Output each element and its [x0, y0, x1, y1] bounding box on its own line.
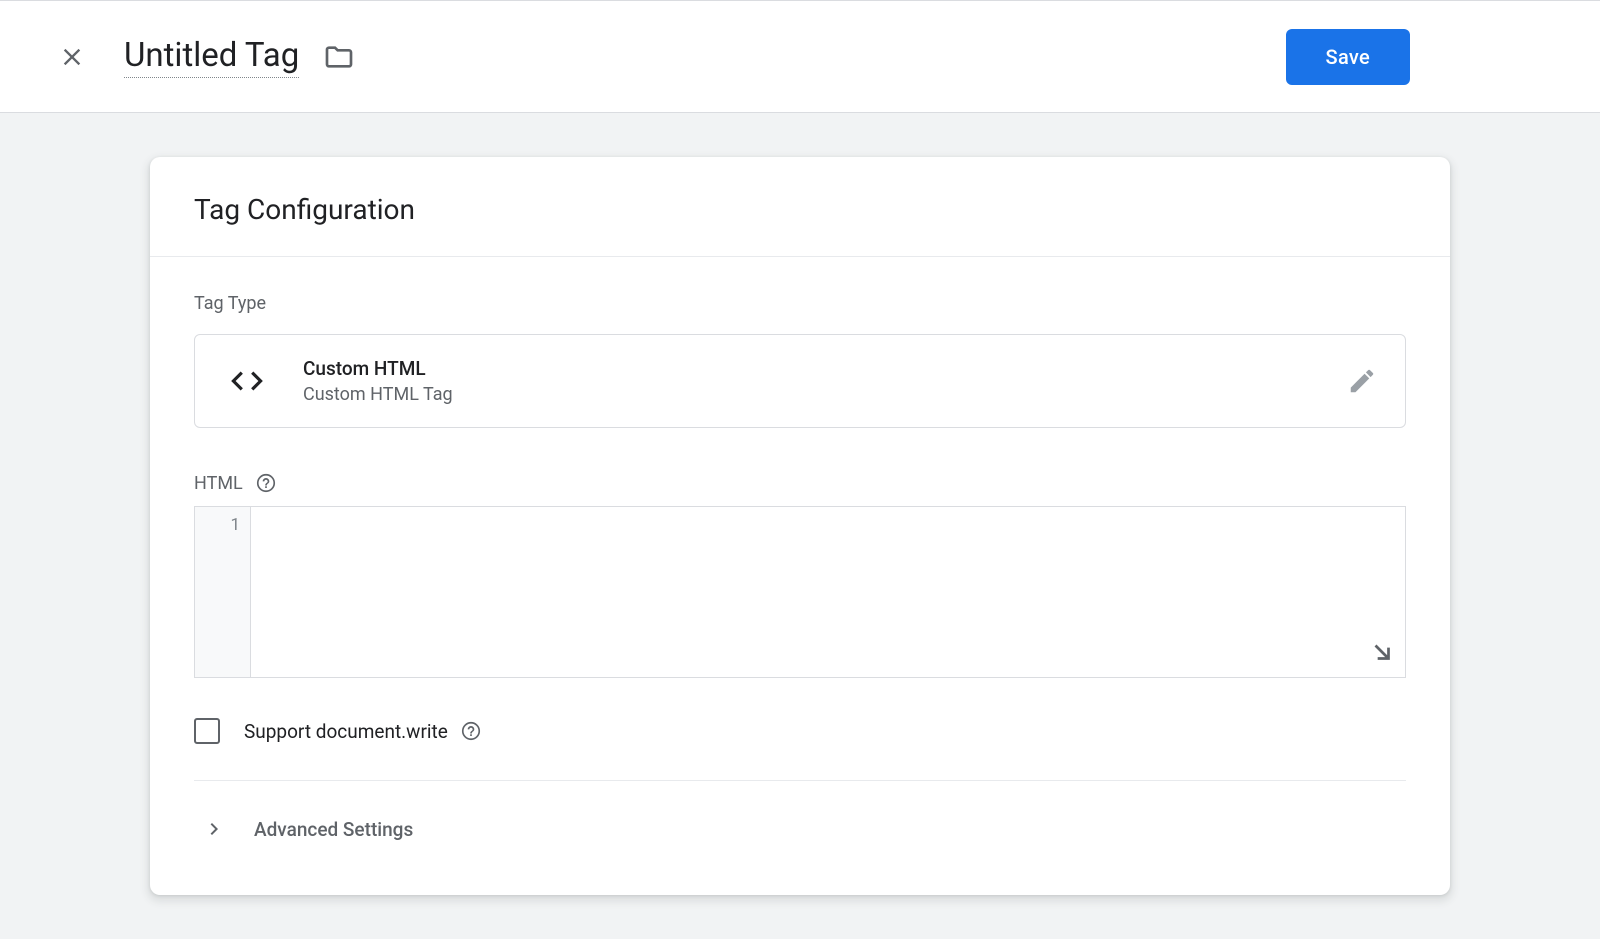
editor-resize-handle[interactable]	[1369, 639, 1395, 669]
help-icon	[460, 720, 482, 742]
title-wrap: Untitled Tag	[124, 36, 1286, 78]
document-write-label: Support document.write	[244, 720, 448, 743]
edit-tag-type-button[interactable]	[1347, 366, 1377, 396]
document-write-row: Support document.write	[194, 718, 1406, 781]
tag-name-input[interactable]: Untitled Tag	[124, 36, 299, 78]
html-help-button[interactable]	[255, 472, 277, 494]
folder-button[interactable]	[323, 41, 355, 73]
save-button[interactable]: Save	[1286, 29, 1410, 85]
help-icon	[255, 472, 277, 494]
pencil-icon	[1347, 366, 1377, 396]
advanced-settings-label: Advanced Settings	[254, 818, 413, 841]
close-button[interactable]	[48, 33, 96, 81]
document-write-help-button[interactable]	[460, 720, 482, 742]
tag-configuration-card: Tag Configuration Tag Type Custom HTML C…	[150, 157, 1450, 895]
html-label-row: HTML	[194, 472, 1406, 494]
chevron-right-icon	[202, 817, 226, 841]
card-title: Tag Configuration	[194, 193, 1406, 226]
html-label: HTML	[194, 473, 243, 494]
tag-type-title: Custom HTML	[303, 357, 1347, 380]
resize-arrow-icon	[1369, 639, 1395, 665]
document-write-checkbox[interactable]	[194, 718, 220, 744]
tag-type-text: Custom HTML Custom HTML Tag	[303, 357, 1347, 405]
code-icon	[223, 362, 271, 400]
tag-type-subtitle: Custom HTML Tag	[303, 384, 1347, 405]
folder-icon	[323, 41, 355, 73]
content-area: Tag Configuration Tag Type Custom HTML C…	[0, 113, 1600, 895]
editor-gutter: 1	[195, 507, 251, 677]
card-body: Tag Type Custom HTML Custom HTML Tag HTM…	[150, 257, 1450, 895]
advanced-settings-toggle[interactable]: Advanced Settings	[194, 781, 1406, 871]
html-section: HTML 1	[194, 472, 1406, 678]
close-icon	[58, 43, 86, 71]
editor-content[interactable]	[251, 507, 1405, 677]
html-code-editor[interactable]: 1	[194, 506, 1406, 678]
tag-type-label: Tag Type	[194, 293, 1406, 314]
tag-type-selector[interactable]: Custom HTML Custom HTML Tag	[194, 334, 1406, 428]
card-header: Tag Configuration	[150, 157, 1450, 257]
header-bar: Untitled Tag Save	[0, 0, 1600, 113]
line-number: 1	[195, 515, 240, 535]
